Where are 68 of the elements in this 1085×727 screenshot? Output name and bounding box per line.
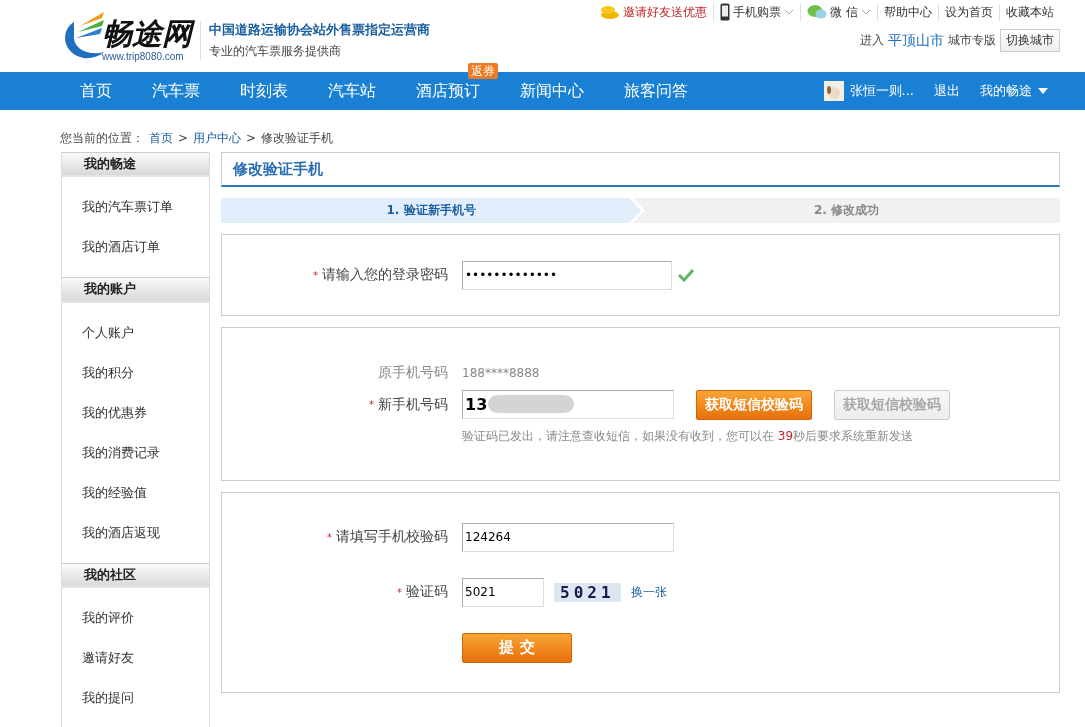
sidebar-item[interactable]: 邀请好友: [82, 638, 209, 678]
refresh-captcha-link[interactable]: 换一张: [630, 583, 667, 601]
top-link[interactable]: 邀请好友送优惠: [594, 3, 714, 21]
user-link[interactable]: 张恒一则...: [823, 81, 914, 101]
old-phone-number: 188****8888: [462, 365, 540, 380]
avatar-icon: [823, 81, 844, 101]
breadcrumb-link[interactable]: 首页: [149, 129, 173, 147]
breadcrumb-separator: >: [178, 131, 189, 145]
field-label: 新手机号码: [378, 395, 448, 414]
breadcrumb-prefix: 您当前的位置：: [60, 129, 144, 147]
nav-item[interactable]: 新闻中心: [520, 81, 584, 101]
coins-icon: [600, 4, 621, 20]
page-title: 修改验证手机: [233, 159, 323, 179]
nav-item[interactable]: 时刻表: [240, 81, 288, 101]
logout-link[interactable]: 退出: [934, 82, 960, 100]
required-mark: *: [397, 586, 402, 598]
nav-item[interactable]: 酒店预订: [416, 81, 480, 101]
top-link[interactable]: 手机购票: [713, 3, 801, 21]
step: 2. 修改成功: [633, 198, 1060, 223]
city-prefix: 进入: [860, 32, 884, 49]
phone-icon: [720, 3, 731, 21]
sidebar-item[interactable]: 我的优惠券: [82, 392, 209, 433]
top-link[interactable]: 微 信: [800, 3, 877, 21]
sidebar-item[interactable]: 我的积分: [82, 352, 209, 393]
top-link[interactable]: 设为首页: [938, 3, 999, 21]
sidebar-item[interactable]: 我的汽车票订单: [82, 187, 209, 228]
required-mark: *: [313, 269, 318, 281]
subtitle: 专业的汽车票服务提供商: [209, 42, 342, 60]
logo-url: www.trip8080.com: [102, 51, 185, 62]
field-label: 原手机号码: [378, 363, 448, 382]
slogan: 中国道路运输协会站外售票指定运营商: [209, 20, 430, 39]
top-link[interactable]: 帮助中心: [877, 3, 938, 21]
nav-item[interactable]: 旅客问答: [624, 81, 688, 101]
sidebar-item[interactable]: 我的经验值: [82, 472, 209, 513]
password-field[interactable]: •••••••••••••: [462, 260, 672, 290]
sidebar-item[interactable]: 我的评价: [82, 598, 209, 638]
switch-city-button[interactable]: 切换城市: [1000, 29, 1060, 52]
wechat-icon: [807, 4, 828, 20]
field-label: 请填写手机校验码: [336, 528, 448, 546]
sidebar-heading: 我的畅途: [62, 152, 209, 178]
nav-badge: 返券: [468, 63, 498, 79]
nav-item[interactable]: 汽车票: [152, 81, 200, 101]
breadcrumb-separator: >: [246, 131, 257, 145]
city-link[interactable]: 平顶山市: [888, 31, 944, 50]
city-suffix: 城市专版: [948, 32, 996, 49]
sidebar-heading: 我的账户: [62, 277, 209, 303]
required-mark: *: [369, 399, 374, 410]
sidebar-heading: 我的社区: [62, 562, 209, 588]
sidebar-item[interactable]: 我的酒店返现: [82, 512, 209, 553]
sms-hint: 验证码已发出，请注意查收短信，如果没有收到，您可以在 39秒后要求系统重新发送: [462, 427, 915, 445]
nav-item[interactable]: 首页: [80, 81, 112, 101]
sidebar-item[interactable]: 我的消费记录: [82, 432, 209, 473]
step: 1. 验证新手机号: [221, 198, 641, 223]
nav-item[interactable]: 汽车站: [328, 81, 376, 101]
breadcrumb-current: 修改验证手机: [261, 129, 334, 147]
sms-code-field[interactable]: 124264: [462, 522, 674, 552]
sidebar-item[interactable]: 我的提问: [82, 678, 209, 718]
field-label: 验证码: [406, 583, 448, 601]
sidebar-item[interactable]: 我的酒店订单: [82, 227, 209, 268]
top-link[interactable]: 收藏本站: [999, 3, 1060, 21]
my-account-menu[interactable]: 我的畅途: [980, 82, 1048, 100]
breadcrumb-link[interactable]: 用户中心: [193, 129, 242, 147]
captcha-image: 5021: [554, 582, 621, 602]
required-mark: *: [327, 531, 332, 543]
field-label: 请输入您的登录密码: [322, 266, 448, 284]
caret-icon: [1038, 88, 1048, 94]
sidebar-item[interactable]: 个人账户: [82, 312, 209, 353]
captcha-field[interactable]: 5021: [462, 577, 544, 607]
